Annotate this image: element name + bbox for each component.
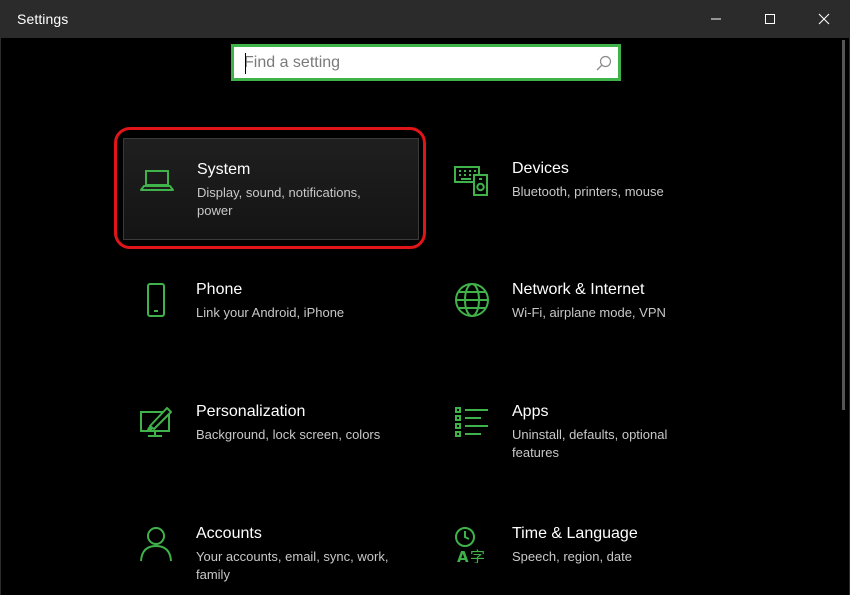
tile-description: Wi-Fi, airplane mode, VPN: [512, 305, 666, 320]
tile-description: Display, sound, notifications, power: [197, 185, 361, 218]
tile-label: Apps: [512, 403, 549, 420]
tile-description: Your accounts, email, sync, work, family: [196, 549, 389, 582]
maximize-icon: [765, 14, 775, 24]
tile-label: Phone: [196, 281, 243, 298]
tile-phone[interactable]: Phone Link your Android, iPhone: [123, 259, 419, 361]
search-box[interactable]: [231, 44, 621, 81]
search-input[interactable]: [244, 51, 574, 75]
tile-personalization[interactable]: Personalization Background, lock screen,…: [123, 381, 419, 483]
maximize-button[interactable]: [745, 0, 795, 38]
keyboard-speaker-icon: [454, 166, 488, 196]
tile-apps[interactable]: Apps Uninstall, defaults, optional featu…: [439, 381, 735, 483]
tile-label: System: [197, 161, 251, 178]
tile-description: Speech, region, date: [512, 549, 632, 564]
paint-brush-icon: [140, 407, 172, 437]
person-icon: [140, 527, 172, 562]
laptop-icon: [140, 170, 174, 191]
tile-devices[interactable]: Devices Bluetooth, printers, mouse: [439, 138, 735, 240]
search-icon[interactable]: [595, 54, 613, 72]
tile-accounts[interactable]: Accounts Your accounts, email, sync, wor…: [123, 503, 419, 595]
window-title: Settings: [17, 11, 69, 27]
time-language-icon: A 字: [455, 527, 485, 563]
settings-window: Settings Sys: [0, 0, 850, 595]
phone-icon: [147, 283, 165, 317]
minimize-button[interactable]: [691, 0, 741, 38]
title-bar: Settings: [1, 0, 849, 38]
tile-description: Bluetooth, printers, mouse: [512, 184, 664, 199]
tile-label: Devices: [512, 160, 569, 177]
text-caret: [245, 53, 246, 74]
tile-label: Time & Language: [512, 525, 638, 542]
tile-time-language[interactable]: A 字 Time & Language Speech, region, date: [439, 503, 735, 595]
svg-text:A: A: [457, 548, 469, 563]
tile-network-internet[interactable]: Network & Internet Wi-Fi, airplane mode,…: [439, 259, 735, 361]
tile-system[interactable]: System Display, sound, notifications, po…: [123, 138, 419, 240]
minimize-icon: [711, 18, 721, 20]
svg-text:字: 字: [470, 548, 485, 563]
tile-description: Uninstall, defaults, optional features: [512, 427, 668, 460]
tile-label: Accounts: [196, 525, 262, 542]
globe-icon: [455, 283, 489, 317]
tile-label: Personalization: [196, 403, 306, 420]
close-button[interactable]: [799, 0, 849, 38]
tile-description: Background, lock screen, colors: [196, 427, 381, 442]
scrollbar[interactable]: [842, 40, 845, 410]
close-icon: [818, 13, 830, 25]
tile-description: Link your Android, iPhone: [196, 305, 345, 320]
tile-label: Network & Internet: [512, 281, 645, 298]
apps-list-icon: [455, 407, 488, 437]
